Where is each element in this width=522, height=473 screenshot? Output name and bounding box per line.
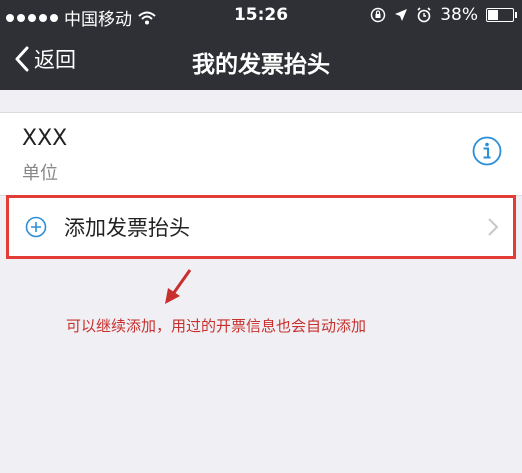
add-circle-icon	[25, 216, 47, 238]
battery-icon	[486, 8, 517, 22]
invoice-header-name: XXX	[22, 126, 68, 151]
info-icon[interactable]	[472, 136, 502, 166]
add-invoice-header-button[interactable]: 添加发票抬头	[6, 195, 516, 259]
status-bar: 中国移动 15:26 38%	[0, 0, 522, 30]
page-title: 我的发票抬头	[192, 52, 330, 78]
nav-bar: 返回 我的发票抬头	[0, 30, 522, 90]
battery-percent: 38%	[440, 5, 478, 25]
invoice-header-item[interactable]: XXX 单位	[0, 112, 522, 196]
annotation-arrow-icon	[165, 269, 192, 304]
alarm-icon	[417, 7, 431, 23]
location-icon	[395, 9, 408, 21]
annotation-text: 可以继续添加，用过的开票信息也会自动添加	[66, 317, 367, 335]
invoice-header-type: 单位	[22, 163, 58, 184]
rotation-lock-icon	[370, 7, 386, 23]
chevron-right-icon	[488, 218, 499, 236]
status-right: 38%	[370, 5, 517, 25]
battery-fill	[488, 10, 498, 20]
add-invoice-header-label: 添加发票抬头	[64, 216, 190, 240]
